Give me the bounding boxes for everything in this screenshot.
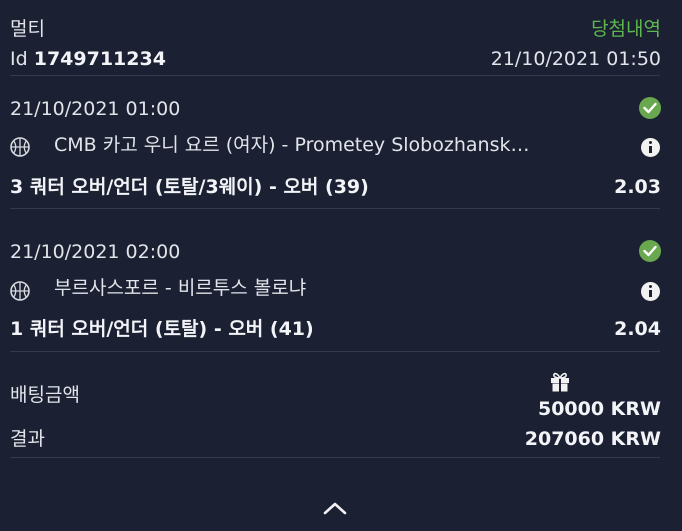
info-icon[interactable] xyxy=(641,138,660,157)
stake-label: 배팅금액 xyxy=(10,384,80,406)
stake-value: 50000 KRW xyxy=(537,398,661,420)
divider xyxy=(10,457,660,458)
result-label: 결과 xyxy=(10,428,45,450)
selection-datetime: 21/10/2021 02:00 xyxy=(10,241,181,263)
bet-id: Id 1749711234 xyxy=(10,48,166,70)
won-check-icon xyxy=(639,240,661,262)
won-check-icon xyxy=(639,97,661,119)
divider xyxy=(10,351,660,352)
divider xyxy=(10,208,660,209)
bet-id-prefix: Id xyxy=(10,48,28,70)
divider xyxy=(10,75,660,76)
selection-match: 부르사스포르 - 비르투스 볼로냐 xyxy=(54,277,307,299)
selection-market: 3 쿼터 오버/언더 (토탈/3웨이) - 오버 (39) xyxy=(10,176,369,198)
bet-type-label: 멀티 xyxy=(10,18,45,40)
gift-icon[interactable] xyxy=(549,371,571,393)
selection-market: 1 쿼터 오버/언더 (토탈) - 오버 (41) xyxy=(10,318,314,340)
selection-odds: 2.03 xyxy=(614,176,661,198)
info-icon[interactable] xyxy=(641,282,660,301)
selection-datetime: 21/10/2021 01:00 xyxy=(10,98,181,120)
bet-id-value: 1749711234 xyxy=(33,48,166,70)
bet-datetime: 21/10/2021 01:50 xyxy=(490,48,661,70)
basketball-icon xyxy=(10,281,30,301)
selection-odds: 2.04 xyxy=(614,318,661,340)
result-value: 207060 KRW xyxy=(524,428,661,450)
win-history-link[interactable]: 당첨내역 xyxy=(591,18,661,40)
selection-match: CMB 카고 우니 요르 (여자) - Prometey Slobozhansk… xyxy=(54,134,530,156)
basketball-icon xyxy=(10,137,30,157)
chevron-up-icon[interactable] xyxy=(322,500,348,516)
